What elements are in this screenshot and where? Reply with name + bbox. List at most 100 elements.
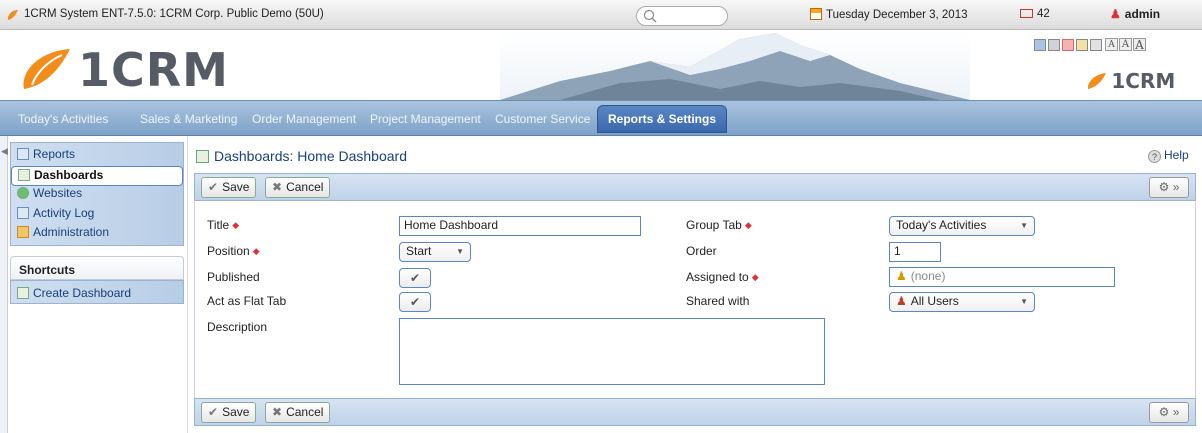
tab-reports-settings[interactable]: Reports & Settings: [597, 105, 728, 133]
required-icon: ◆: [252, 246, 260, 256]
tab-customer-service[interactable]: Customer Service: [495, 112, 590, 126]
description-textarea[interactable]: [399, 318, 825, 385]
sidebar-item-reports[interactable]: Reports: [17, 147, 75, 165]
sidebar-item-activity-log[interactable]: Activity Log: [17, 206, 94, 224]
page-title: Dashboards: Home Dashboard: [196, 148, 407, 164]
header: 1CRM AAA 1CRM: [0, 31, 1202, 100]
flat-tab-checkbox[interactable]: ✔: [399, 292, 431, 312]
form-toolbar-top: ✔ Save ✖ Cancel ⚙ »: [194, 173, 1196, 201]
assigned-label: Assigned to ◆: [686, 270, 759, 284]
cancel-label: Cancel: [286, 180, 324, 194]
tab-project-management[interactable]: Project Management: [370, 112, 481, 126]
save-label: Save: [222, 180, 250, 194]
top-bar: 1CRM System ENT-7.5.0: 1CRM Corp. Public…: [0, 0, 1202, 30]
options-button[interactable]: ⚙ »: [1149, 402, 1189, 423]
chevron-left-icon: ◀: [1, 146, 8, 156]
group-tab-value: Today's Activities: [896, 218, 987, 232]
theme-swatch-red[interactable]: [1062, 38, 1074, 51]
sidebar-item-administration[interactable]: Administration: [17, 225, 109, 243]
cancel-label: Cancel: [286, 405, 324, 419]
font-size-large[interactable]: A: [1133, 38, 1146, 52]
help-link[interactable]: ? Help: [1148, 148, 1189, 163]
order-input[interactable]: 1: [889, 242, 941, 262]
group-tab-label: Group Tab ◆: [686, 218, 752, 232]
help-label: Help: [1164, 148, 1189, 162]
dropdown-arrow-icon: ▼: [1020, 297, 1028, 306]
mail-link[interactable]: 42: [1020, 8, 1050, 20]
search-icon: [643, 9, 657, 23]
brand-name-small: 1CRM: [1111, 69, 1176, 93]
sidebar-item-websites[interactable]: Websites: [17, 186, 82, 204]
dropdown-arrow-icon: ▼: [1020, 221, 1028, 230]
published-checkbox[interactable]: ✔: [399, 268, 431, 288]
shortcut-label: Create Dashboard: [33, 286, 132, 300]
gear-icon: ⚙: [1158, 405, 1170, 419]
group-tab-select[interactable]: Today's Activities ▼: [889, 216, 1035, 236]
sidebar-item-label: Websites: [33, 186, 83, 200]
chevron-down-icon: »: [1172, 405, 1180, 419]
chevron-down-icon: »: [1172, 180, 1180, 194]
required-icon: ◆: [751, 272, 759, 282]
position-label: Position ◆: [207, 244, 260, 258]
shared-label: Shared with: [686, 294, 750, 308]
assigned-value: (none): [910, 269, 946, 283]
brand-name: 1CRM: [78, 43, 229, 97]
required-icon: ◆: [232, 220, 240, 230]
brand-leaf-small-icon: [1087, 73, 1106, 89]
description-label: Description: [207, 320, 268, 334]
sidebar-collapse-handle[interactable]: ◀: [0, 136, 8, 433]
cancel-button[interactable]: ✖ Cancel: [265, 177, 331, 198]
help-icon: ?: [1148, 150, 1161, 163]
users-icon: ♟: [896, 294, 907, 308]
save-button[interactable]: ✔ Save: [201, 177, 257, 198]
tab-order-management[interactable]: Order Management: [252, 112, 356, 126]
user-name: admin: [1124, 7, 1161, 21]
checkmark-icon: ✔: [409, 295, 421, 309]
shortcuts-header: Shortcuts: [10, 256, 184, 280]
theme-swatch-yellow[interactable]: [1076, 38, 1088, 51]
brand-logo-small: 1CRM: [1086, 69, 1175, 93]
options-button[interactable]: ⚙ »: [1149, 177, 1189, 198]
mountain-banner: [500, 31, 970, 100]
date-display[interactable]: Tuesday December 3, 2013: [810, 8, 968, 21]
shared-value: All Users: [910, 294, 959, 308]
assigned-to-input[interactable]: ♟ (none): [889, 267, 1115, 287]
sidebar-item-dashboards[interactable]: Dashboards: [11, 166, 183, 186]
window-title: 1CRM System ENT-7.5.0: 1CRM Corp. Public…: [24, 8, 324, 20]
save-button[interactable]: ✔ Save: [201, 402, 257, 423]
style-picker[interactable]: AAA: [1034, 37, 1146, 52]
save-label: Save: [222, 405, 250, 419]
position-select[interactable]: Start ▼: [399, 242, 471, 262]
dashboard-form: Title ◆ Home Dashboard Position ◆ Start ▼ P…: [194, 202, 1196, 398]
required-icon: ◆: [744, 220, 752, 230]
sidebar-menu: Reports Dashboards Websites Activity Log…: [10, 142, 184, 246]
close-icon: ✖: [272, 180, 283, 194]
shared-with-select[interactable]: ♟ All Users ▼: [889, 292, 1035, 312]
user-icon: ♟: [896, 269, 907, 283]
title-input[interactable]: Home Dashboard: [399, 216, 641, 236]
user-menu[interactable]: ♟ admin: [1110, 7, 1160, 21]
sidebar-item-label: Dashboards: [34, 168, 104, 182]
flat-tab-label: Act as Flat Tab: [207, 294, 287, 308]
close-icon: ✖: [272, 405, 283, 419]
app-logo-icon: [7, 10, 18, 20]
font-size-small[interactable]: A: [1105, 38, 1118, 52]
published-label: Published: [207, 270, 260, 284]
dropdown-arrow-icon: ▼: [456, 247, 464, 256]
tab-todays-activities[interactable]: Today's Activities: [18, 112, 108, 126]
search-input[interactable]: [636, 6, 728, 26]
font-size-medium[interactable]: A: [1119, 38, 1132, 52]
checkmark-icon: ✔: [409, 271, 421, 285]
shortcut-create-dashboard[interactable]: Create Dashboard: [10, 280, 184, 304]
theme-swatch-gray[interactable]: [1048, 38, 1060, 51]
wrench-icon: [17, 226, 29, 238]
cancel-button[interactable]: ✖ Cancel: [265, 402, 331, 423]
tab-sales-marketing[interactable]: Sales & Marketing: [140, 112, 237, 126]
theme-swatch-blue[interactable]: [1034, 38, 1046, 51]
page-title-text: Dashboards: Home Dashboard: [214, 148, 407, 164]
create-dashboard-icon: [17, 287, 29, 299]
theme-swatch-pattern[interactable]: [1090, 38, 1102, 51]
dashboards-icon: [18, 169, 30, 181]
activity-log-icon: [17, 207, 29, 219]
calendar-icon: [810, 8, 822, 20]
